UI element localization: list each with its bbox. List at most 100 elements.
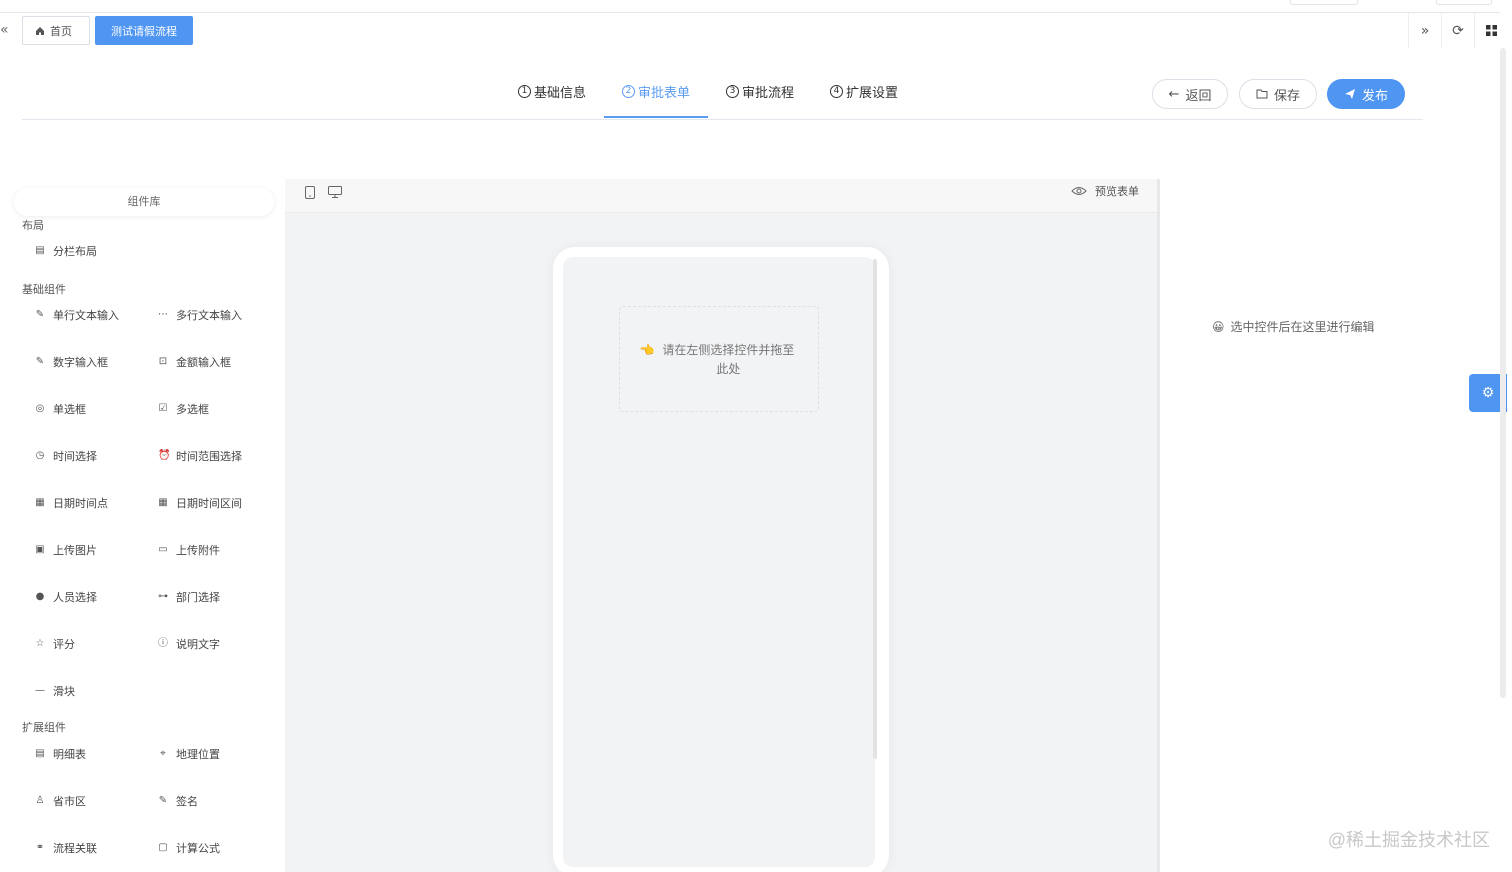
tab-active[interactable]: 测试请假流程 bbox=[95, 16, 193, 45]
comp-column-layout[interactable]: ▤ 分栏布局 bbox=[35, 243, 97, 259]
eye-icon bbox=[1071, 187, 1087, 195]
watermark: @稀土掘金技术社区 bbox=[1327, 830, 1490, 850]
back-label: 返回 bbox=[1185, 88, 1212, 104]
edit-icon: ✎ bbox=[35, 356, 45, 367]
drop-zone[interactable]: 👈 请在左侧选择控件并拖至此处 bbox=[619, 306, 819, 412]
folder-icon bbox=[1256, 89, 1268, 99]
comp-rating[interactable]: ☆ 评分 bbox=[35, 636, 75, 652]
comp-multi-line-input[interactable]: ⋯ 多行文本输入 bbox=[158, 307, 242, 323]
comp-label: 单选框 bbox=[53, 403, 86, 416]
component-library-header: 组件库 bbox=[14, 188, 274, 216]
save-button[interactable]: 保存 bbox=[1239, 79, 1317, 109]
step-extension[interactable]: 4 扩展设置 bbox=[812, 76, 916, 120]
step-label: 基础信息 bbox=[534, 86, 587, 101]
step-approval-flow[interactable]: 3 审批流程 bbox=[708, 76, 812, 120]
comp-label: 多选框 bbox=[176, 403, 209, 416]
publish-label: 发布 bbox=[1361, 88, 1388, 104]
comp-region[interactable]: ♙ 省市区 bbox=[35, 793, 86, 809]
step-number: 4 bbox=[830, 85, 844, 98]
check-circle-icon: ◎ bbox=[35, 403, 45, 414]
expand-right-icon[interactable]: » bbox=[1408, 13, 1441, 48]
comp-number-input[interactable]: ✎ 数字输入框 bbox=[35, 354, 108, 370]
edit-icon: ✎ bbox=[35, 309, 45, 320]
back-button[interactable]: ← 返回 bbox=[1152, 79, 1228, 109]
canvas-toolbar: 预览表单 bbox=[285, 179, 1159, 213]
table-icon: ▤ bbox=[35, 748, 45, 759]
comp-time-picker[interactable]: ◷ 时间选择 bbox=[35, 448, 97, 464]
step-basic-info[interactable]: 1 基础信息 bbox=[500, 76, 604, 120]
tab-home[interactable]: 首页 bbox=[22, 16, 90, 45]
app-root: « 首页 测试请假流程 » ⟳ 1 基础信息 2 审批表单 3 审批流程 4 扩展设置 … bbox=[0, 0, 1512, 872]
panel-divider[interactable] bbox=[1157, 179, 1160, 872]
home-icon bbox=[36, 26, 44, 35]
comp-label: 部门选择 bbox=[176, 591, 220, 604]
section-title-layout: 布局 bbox=[22, 219, 44, 232]
comp-label: 省市区 bbox=[53, 795, 86, 808]
comp-dept-select[interactable]: ⊶ 部门选择 bbox=[158, 589, 220, 605]
star-icon: ☆ bbox=[35, 638, 45, 649]
comp-single-line-input[interactable]: ✎ 单行文本输入 bbox=[35, 307, 119, 323]
top-stub bbox=[1290, 0, 1358, 5]
step-nav: 1 基础信息 2 审批表单 3 审批流程 4 扩展设置 bbox=[500, 76, 916, 120]
comp-description[interactable]: ⓘ 说明文字 bbox=[158, 636, 220, 652]
comp-upload-file[interactable]: ▭ 上传附件 bbox=[158, 542, 220, 558]
comp-process-link[interactable]: ⚭ 流程关联 bbox=[35, 840, 97, 856]
alarm-icon: ⏰ bbox=[158, 450, 171, 461]
step-number: 2 bbox=[622, 85, 636, 98]
step-label: 审批流程 bbox=[742, 86, 795, 101]
phone-screen: 👈 请在左侧选择控件并拖至此处 bbox=[563, 257, 875, 867]
comp-slider[interactable]: — 滑块 bbox=[35, 683, 75, 699]
comp-upload-image[interactable]: ▣ 上传图片 bbox=[35, 542, 97, 558]
step-label: 审批表单 bbox=[638, 86, 691, 101]
desktop-view-icon[interactable] bbox=[328, 186, 342, 201]
user-outline-icon: ♙ bbox=[35, 795, 45, 806]
step-approval-form[interactable]: 2 审批表单 bbox=[604, 76, 709, 120]
tab-active-label: 测试请假流程 bbox=[111, 24, 177, 38]
info-icon: ⓘ bbox=[158, 638, 168, 649]
pointing-hand-icon: 👈 bbox=[639, 343, 655, 357]
comp-amount-input[interactable]: ⊡ 金额输入框 bbox=[158, 354, 231, 370]
user-icon: ● bbox=[35, 591, 45, 602]
comp-checkbox[interactable]: ☑ 多选框 bbox=[158, 401, 209, 417]
comp-time-range-picker[interactable]: ⏰ 时间范围选择 bbox=[158, 448, 242, 464]
tab-home-label: 首页 bbox=[50, 24, 72, 38]
comp-user-select[interactable]: ● 人员选择 bbox=[35, 589, 97, 605]
refresh-icon[interactable]: ⟳ bbox=[1441, 13, 1474, 48]
comp-label: 多行文本输入 bbox=[176, 309, 242, 322]
comp-signature[interactable]: ✎ 签名 bbox=[158, 793, 198, 809]
phone-scrollbar[interactable] bbox=[873, 259, 877, 759]
section-title-extension: 扩展组件 bbox=[22, 721, 66, 734]
comp-label: 日期时间点 bbox=[53, 497, 108, 510]
link-icon: ⚭ bbox=[35, 842, 45, 853]
location-icon: ⌖ bbox=[160, 748, 166, 759]
comp-detail-table[interactable]: ▤ 明细表 bbox=[35, 746, 86, 762]
org-icon: ⊶ bbox=[158, 591, 168, 602]
publish-button[interactable]: 发布 bbox=[1327, 79, 1405, 109]
design-canvas: 预览表单 👈 请在左侧选择控件并拖至此处 bbox=[285, 179, 1159, 872]
comp-location[interactable]: ⌖ 地理位置 bbox=[158, 746, 220, 762]
page-scrollbar[interactable] bbox=[1500, 48, 1506, 698]
send-icon bbox=[1344, 89, 1355, 99]
grid-menu-icon[interactable] bbox=[1474, 13, 1507, 48]
collapse-left-icon[interactable]: « bbox=[0, 22, 12, 38]
money-icon: ⊡ bbox=[158, 356, 168, 367]
mobile-view-icon[interactable] bbox=[305, 186, 315, 202]
comp-label: 单行文本输入 bbox=[53, 309, 119, 322]
comp-label: 时间选择 bbox=[53, 450, 97, 463]
checkbox-icon: ☑ bbox=[158, 403, 168, 414]
comp-formula[interactable]: ▢ 计算公式 bbox=[158, 840, 220, 856]
comp-datetime-range[interactable]: ▦ 日期时间区间 bbox=[158, 495, 242, 511]
comp-label: 金额输入框 bbox=[176, 356, 231, 369]
comp-label: 数字输入框 bbox=[53, 356, 108, 369]
preview-form-button[interactable]: 预览表单 bbox=[1071, 183, 1139, 199]
save-label: 保存 bbox=[1273, 88, 1300, 104]
comp-label: 日期时间区间 bbox=[176, 497, 242, 510]
steps-divider bbox=[22, 119, 1423, 120]
comp-datetime[interactable]: ▦ 日期时间点 bbox=[35, 495, 108, 511]
comp-label: 评分 bbox=[53, 638, 75, 651]
arrow-left-icon: ← bbox=[1168, 86, 1180, 102]
preview-label: 预览表单 bbox=[1095, 185, 1139, 198]
comp-radio[interactable]: ◎ 单选框 bbox=[35, 401, 86, 417]
more-icon: ⋯ bbox=[158, 309, 168, 320]
step-number: 3 bbox=[726, 85, 740, 98]
